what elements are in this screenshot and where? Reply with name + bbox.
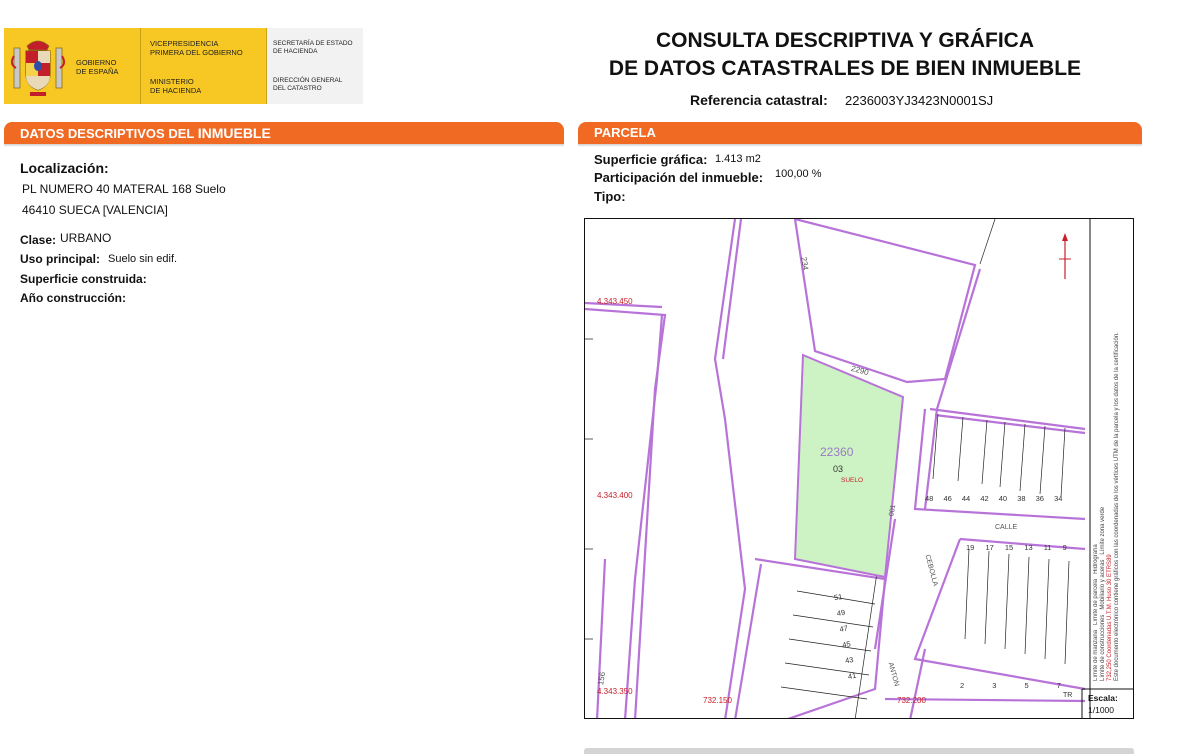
- target-parcel: [793, 353, 905, 579]
- map-ticks: [585, 338, 593, 640]
- block-boundary: [793, 219, 977, 384]
- title-line-1: CONSULTA DESCRIPTIVA Y GRÁFICA: [655, 29, 1035, 52]
- clase-value: URBANO: [60, 231, 112, 245]
- localizacion-line-2: 46410 SUECA [VALENCIA]: [22, 203, 168, 217]
- cadastral-map-drawing: [585, 219, 1133, 718]
- uso-principal-value: Suelo sin edif.: [108, 253, 178, 265]
- lot-line: [788, 638, 872, 652]
- north-arrow-icon: [1059, 233, 1071, 279]
- gobierno-text: GOBIERNO DE ESPAÑA: [76, 58, 119, 76]
- superficie-grafica-label: Superficie gráfica:: [594, 152, 708, 167]
- lot-line: [1039, 425, 1046, 495]
- block-boundary: [913, 538, 1086, 691]
- block-boundary: [734, 563, 763, 718]
- coord-label-top: 4.343.450: [597, 297, 633, 306]
- lot-line: [1019, 423, 1026, 492]
- lot-line: [1060, 427, 1066, 498]
- coord-label-x2: 732.200: [897, 696, 926, 705]
- lot-line: [999, 421, 1006, 488]
- block-boundary: [585, 307, 667, 718]
- lot-line: [957, 416, 964, 482]
- parcel-sub-label: 03: [833, 464, 844, 474]
- lot-line: [1024, 556, 1030, 655]
- localizacion-label: Localización:: [20, 160, 109, 176]
- block-boundary: [934, 413, 1086, 435]
- scale-value: 1/1000: [1088, 705, 1114, 715]
- section-header-text: DATOS DESCRIPTIVOS DEL: [20, 126, 198, 141]
- cadastral-reference-value: 2236003YJ3423N0001SJ: [845, 93, 994, 108]
- coord-label-bottom: 4.343.350: [597, 687, 633, 696]
- lot-line: [1064, 560, 1070, 665]
- lot-numbers-right-row: 19 17 15 13 11 9: [966, 543, 1067, 552]
- block-boundary: [929, 407, 1086, 431]
- map-legend: Límite de manzana Límite de parcela Hidr…: [1093, 231, 1131, 681]
- document-title: CONSULTA DESCRIPTIVA Y GRÁFICA DE DATOS …: [580, 27, 1110, 83]
- ministerio-text: MINISTERIO DE HACIENDA: [150, 77, 202, 95]
- street-label-calle: CALLE: [995, 524, 1018, 531]
- legend-row-2: Límite de construcciones Mobiliario y ac…: [1100, 506, 1106, 681]
- lot-line: [984, 550, 990, 645]
- scale-label: Escala:: [1088, 693, 1118, 703]
- superficie-grafica-value: 1.413 m2: [715, 153, 761, 165]
- clase-label: Clase:: [20, 233, 57, 247]
- uso-principal-label: Uso principal:: [20, 252, 101, 266]
- lot-line: [784, 662, 870, 676]
- section-header-text-emphasis: INMUEBLE: [197, 125, 271, 141]
- superficie-construida-label: Superficie construida:: [20, 272, 147, 286]
- tr-label: TR: [1063, 692, 1073, 699]
- anio-construccion-label: Año construcción:: [20, 291, 127, 305]
- localizacion-line-1: PL NUMERO 40 MATERAL 168 Suelo: [22, 182, 226, 196]
- lot-line: [1004, 553, 1010, 650]
- cadastral-map[interactable]: 22360 03 SUELO 4.343.450 4.343.400 4.343…: [584, 218, 1134, 719]
- lot-line: [1044, 558, 1050, 660]
- parcel-use-label: SUELO: [841, 477, 864, 484]
- title-line-2: DE DATOS CATASTRALES DE BIEN INMUEBLE: [608, 57, 1082, 80]
- logo-divider: [266, 28, 267, 104]
- lot-numbers-bottom-row: 2 3 5 7: [960, 681, 1061, 690]
- cadastral-reference-label: Referencia catastral:: [690, 92, 828, 108]
- legend-note: Este documento electrónico contiene gráf…: [1114, 332, 1120, 681]
- parcel-234-label: 234: [799, 256, 811, 271]
- parcel-number-label: 22360: [820, 445, 854, 459]
- legend-coords: 732,250 Coordenadas U.T.M. Huso 30 ETRS8…: [1107, 554, 1113, 681]
- coord-label-mid: 4.343.400: [597, 491, 633, 500]
- spain-coat-of-arms-icon: [10, 40, 66, 96]
- tipo-label: Tipo:: [594, 189, 626, 204]
- street-edge: [713, 219, 747, 718]
- logo-divider: [140, 28, 141, 104]
- lot-line: [792, 614, 874, 628]
- section-header-parcela: PARCELA: [578, 122, 1142, 144]
- legend-row-1: Límite de manzana Límite de parcela Hidr…: [1093, 544, 1099, 681]
- block-boundary: [754, 557, 887, 718]
- section-header-shadow: [4, 144, 564, 147]
- lot-line: [964, 548, 970, 640]
- section-header-shadow: [578, 144, 1142, 147]
- block-boundary: [624, 314, 664, 718]
- next-section-strip: [584, 748, 1134, 754]
- lot-numbers-top-row: 48 46 44 42 40 38 36 34: [925, 494, 1063, 503]
- lot-line: [981, 419, 988, 485]
- participacion-label: Participación del inmueble:: [594, 170, 764, 185]
- participacion-value: 100,00 %: [775, 168, 822, 180]
- coord-label-x1: 732.150: [703, 696, 732, 705]
- direccion-general-text: DIRECCIÓN GENERAL DEL CATASTRO: [273, 77, 343, 92]
- vicepresidencia-text: VICEPRESIDENCIA PRIMERA DEL GOBIERNO: [150, 39, 243, 57]
- secretaria-text: SECRETARÍA DE ESTADO DE HACIENDA: [273, 40, 353, 55]
- lot-line: [780, 686, 868, 700]
- section-header-datos-descriptivos: DATOS DESCRIPTIVOS DEL INMUEBLE: [4, 122, 564, 144]
- lot-line: [979, 219, 996, 265]
